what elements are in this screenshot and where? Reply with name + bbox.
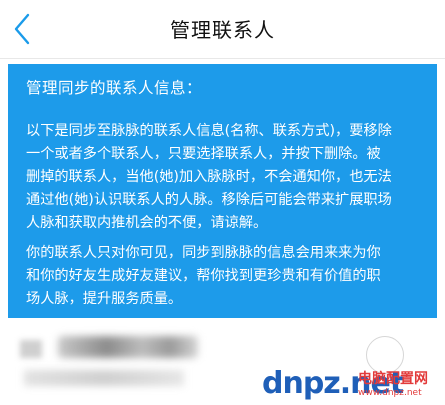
info-text-line: 删掉的联系人，当他(她)加入脉脉时，不会通知你，也无法 (26, 169, 392, 185)
navigation-bar: 管理联系人 (0, 0, 445, 59)
contact-detail-blurred (24, 370, 184, 386)
info-text-line: 一个或者多个联系人，只要选择联系人，并按下删除。被 (26, 146, 381, 162)
info-paragraph-2: 你的联系人只对你可见，同步到脉脉的信息会用来来为你 和你的好友生成好友建议，帮你… (26, 242, 426, 311)
avatar (20, 340, 42, 358)
info-text-line: 通过他(她)认识联系人的人脉。移除后可能会带来扩展职场 (26, 192, 392, 208)
info-paragraph-1: 以下是同步至脉脉的联系人信息(名称、联系方式)，要移除 一个或者多个联系人，只要… (26, 120, 426, 235)
watermark-logo: dnpz.net 电脑配置网 www.dnpz.net (262, 366, 444, 404)
info-heading: 管理同步的联系人信息： (26, 79, 203, 97)
info-text-line: 场人脉，提升服务质量。 (26, 291, 183, 307)
info-text-line: 和你的好友生成好友建议，帮你找到更珍贵和有价值的职 (26, 268, 381, 284)
info-text-line: 你的联系人只对你可见，同步到脉脉的信息会用来来为你 (26, 245, 381, 261)
watermark-url: www.dnpz.net (358, 388, 422, 398)
watermark-site-name: 电脑配置网 (358, 371, 428, 387)
info-text-line: 人脉和获取内推机会的不便，请谅解。 (26, 215, 268, 231)
contact-name-blurred (58, 336, 198, 358)
info-text-line: 以下是同步至脉脉的联系人信息(名称、联系方式)，要移除 (26, 123, 392, 139)
page-title: 管理联系人 (170, 18, 275, 42)
info-panel: 管理同步的联系人信息： 以下是同步至脉脉的联系人信息(名称、联系方式)，要移除 … (8, 64, 437, 318)
